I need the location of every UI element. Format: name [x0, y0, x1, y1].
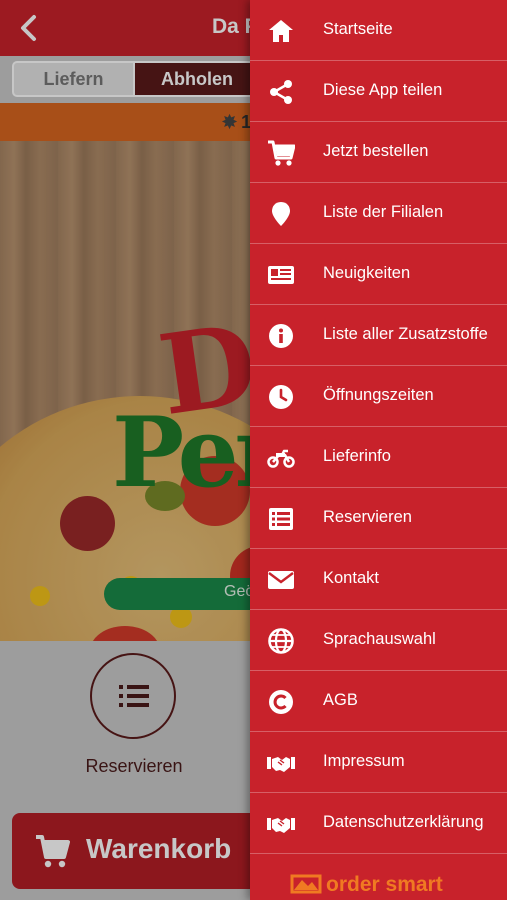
clock-icon [267, 383, 295, 411]
list-icon [267, 505, 295, 533]
menu-item-lieferinfo[interactable]: Lieferinfo [250, 427, 507, 488]
menu-item-kontakt[interactable]: Kontakt [250, 549, 507, 610]
menu-item-startseite[interactable]: Startseite [250, 0, 507, 61]
location-pin-icon [267, 200, 295, 228]
menu-label: Diese App teilen [323, 81, 443, 99]
cart-icon [267, 139, 295, 167]
menu-label: Liste aller Zusatzstoffe [323, 325, 488, 343]
menu-label: Startseite [323, 20, 393, 38]
menu-item-neuigkeiten[interactable]: Neuigkeiten [250, 244, 507, 305]
order-smart-brand: order smart [290, 873, 443, 897]
menu-item-app-teilen[interactable]: Diese App teilen [250, 61, 507, 122]
menu-label: Neuigkeiten [323, 264, 411, 282]
menu-item-sprachauswahl[interactable]: Sprachauswahl [250, 610, 507, 671]
copyright-icon [267, 688, 295, 716]
handshake-icon [267, 749, 295, 777]
news-icon [267, 261, 295, 289]
handshake-icon [267, 810, 295, 838]
menu-label: Jetzt bestellen [323, 142, 429, 160]
menu-item-agb[interactable]: AGB [250, 671, 507, 732]
menu-label: Lieferinfo [323, 447, 391, 465]
motorbike-icon [267, 444, 295, 472]
menu-item-filialen[interactable]: Liste der Filialen [250, 183, 507, 244]
menu-item-jetzt-bestellen[interactable]: Jetzt bestellen [250, 122, 507, 183]
navigation-drawer: Startseite Diese App teilen Jetzt bestel… [250, 0, 507, 900]
globe-icon [267, 627, 295, 655]
menu-label: Sprachauswahl [323, 630, 436, 648]
menu-item-zusatzstoffe[interactable]: Liste aller Zusatzstoffe [250, 305, 507, 366]
share-icon [267, 78, 295, 106]
menu-item-oeffnungszeiten[interactable]: Öffnungszeiten [250, 366, 507, 427]
menu-item-impressum[interactable]: Impressum [250, 732, 507, 793]
menu-label: Liste der Filialen [323, 203, 444, 221]
menu-label: Datenschutzerklärung [323, 813, 484, 831]
menu-label: Öffnungszeiten [323, 386, 434, 404]
menu-item-reservieren[interactable]: Reservieren [250, 488, 507, 549]
menu-label: Kontakt [323, 569, 379, 587]
menu-label: Impressum [323, 752, 405, 770]
menu-label: Reservieren [323, 508, 412, 526]
menu-label: AGB [323, 691, 358, 709]
info-icon [267, 322, 295, 350]
brand-text: order smart [326, 873, 443, 896]
order-smart-logo-icon [290, 874, 322, 894]
envelope-icon [267, 566, 295, 594]
menu-item-datenschutz[interactable]: Datenschutzerklärung [250, 793, 507, 854]
home-icon [267, 17, 295, 45]
